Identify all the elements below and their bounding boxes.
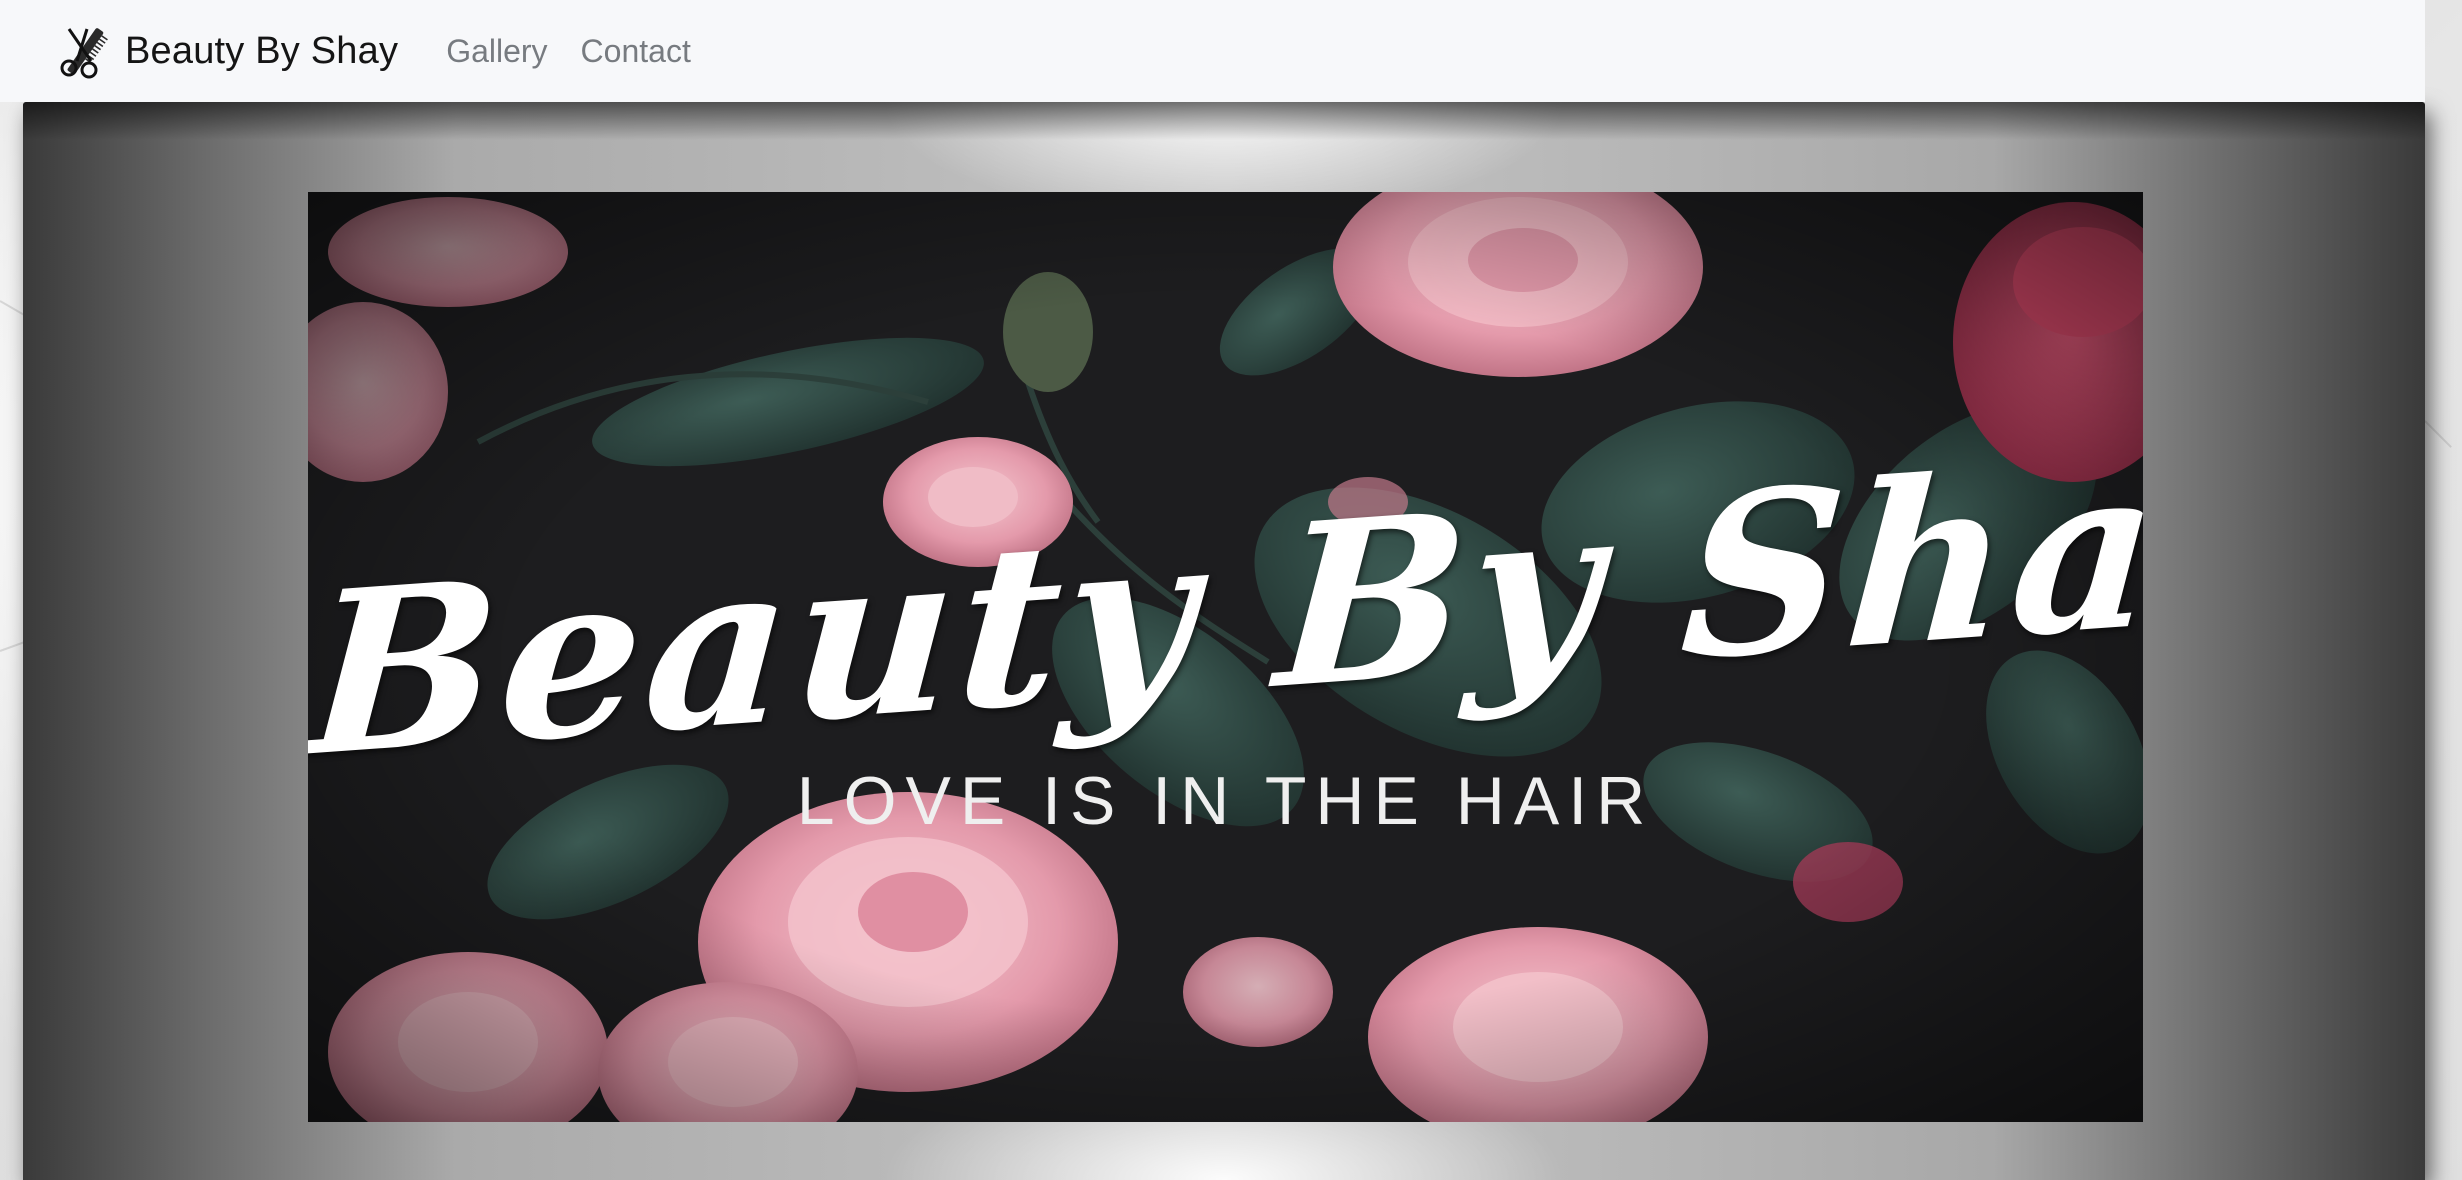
banner-tagline: LOVE IS IN THE HAIR [796,763,1655,839]
scissors-comb-icon [60,28,108,79]
hero-banner-image: Beauty By Shay LOVE IS IN THE HAIR [308,192,2143,1122]
hero-section: Beauty By Shay LOVE IS IN THE HAIR [23,102,2425,1180]
marble-vein [2424,420,2452,448]
nav-link-gallery[interactable]: Gallery [446,33,547,70]
nav-links: Gallery Contact [446,33,724,70]
nav-link-contact[interactable]: Contact [581,33,691,70]
brand-title: Beauty By Shay [125,29,399,72]
navbar: Beauty By Shay Gallery Contact [0,0,2425,102]
brand-link[interactable]: Beauty By Shay [57,23,398,79]
